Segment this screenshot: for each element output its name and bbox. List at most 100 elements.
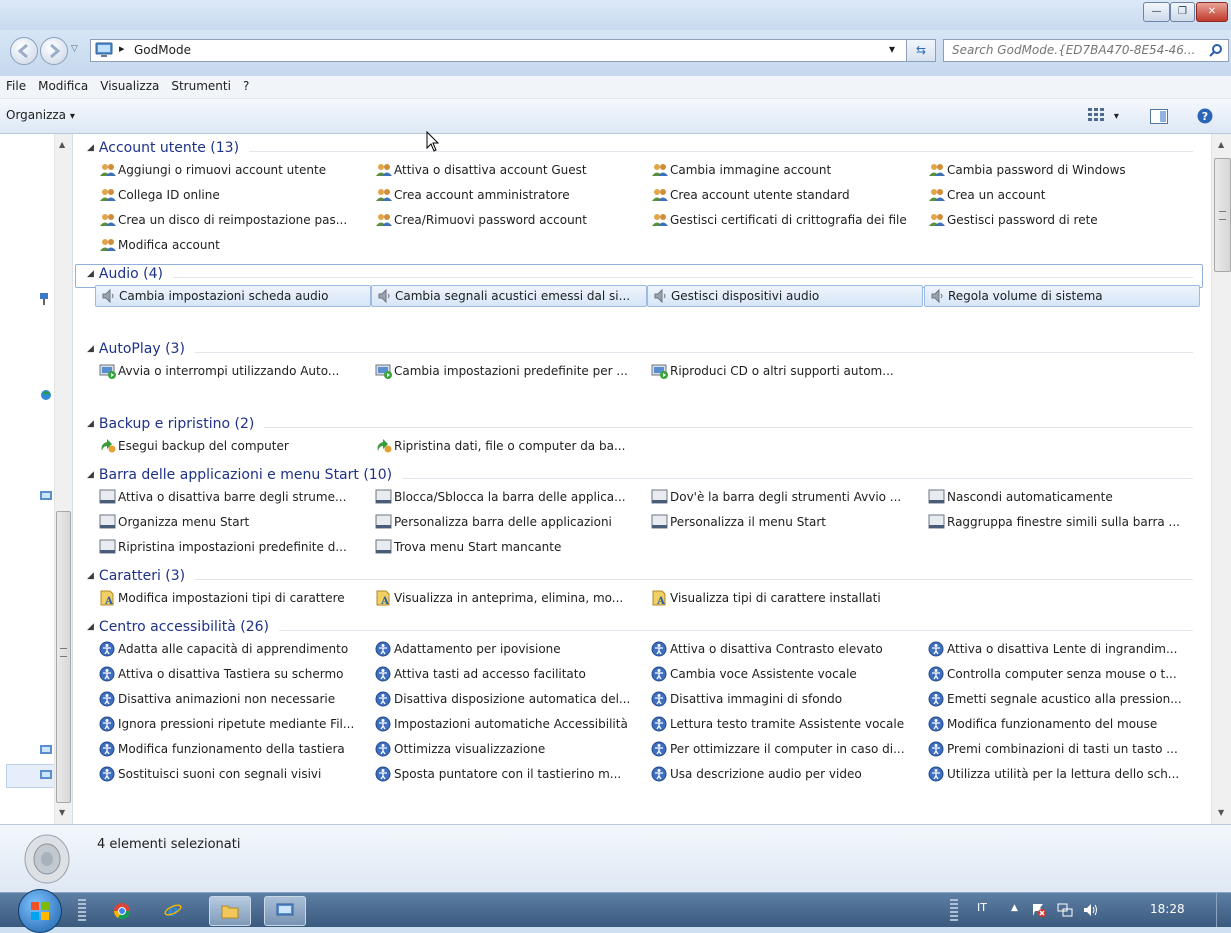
list-item[interactable]: Blocca/Sblocca la barra delle applica... [375, 486, 647, 508]
list-item[interactable]: Cambia immagine account [651, 159, 923, 181]
list-item[interactable]: Regola volume di sistema [924, 285, 1200, 307]
volume-tray-icon[interactable] [1082, 902, 1100, 918]
search-icon[interactable] [1209, 43, 1223, 57]
list-item[interactable]: Esegui backup del computer [99, 435, 371, 457]
list-item[interactable]: Organizza menu Start [99, 511, 371, 533]
chrome-taskbar-button[interactable] [102, 896, 142, 924]
network-icon[interactable] [38, 292, 50, 306]
list-item[interactable]: Attiva o disattiva Tastiera su schermo [99, 663, 371, 685]
close-button[interactable]: ✕ [1196, 2, 1228, 22]
list-item[interactable]: Crea/Rimuovi password account [375, 209, 647, 231]
collapse-triangle-icon[interactable]: ◢ [87, 269, 94, 279]
scroll-thumb[interactable] [1214, 158, 1231, 272]
list-item[interactable]: Modifica account [99, 234, 371, 256]
nav-item-selected[interactable] [6, 764, 56, 788]
minimize-button[interactable]: — [1143, 2, 1170, 22]
address-bar[interactable]: ▸ GodMode ▾ [90, 39, 907, 62]
list-item[interactable]: Nascondi automaticamente [928, 486, 1200, 508]
menu-strumenti[interactable]: Strumenti [165, 76, 237, 98]
list-item[interactable]: Controlla computer senza mouse o t... [928, 663, 1200, 685]
list-item[interactable]: Aggiungi o rimuovi account utente [99, 159, 371, 181]
control-panel-nav-icon-2[interactable] [40, 744, 52, 758]
list-item[interactable]: Attiva tasti ad accesso facilitato [375, 663, 647, 685]
ie-taskbar-button[interactable]: e [153, 896, 193, 924]
organize-button[interactable]: Organizza ▾ [6, 108, 75, 122]
show-hidden-icons-button[interactable]: ▲ [1011, 903, 1018, 913]
list-item[interactable]: Premi combinazioni di tasti un tasto ... [928, 738, 1200, 760]
list-item[interactable]: Disattiva animazioni non necessarie [99, 688, 371, 710]
list-item[interactable]: Sostituisci suoni con segnali visivi [99, 763, 371, 785]
list-item[interactable]: Riproduci CD o altri supporti autom... [651, 360, 923, 382]
list-item[interactable]: A Modifica impostazioni tipi di carattere [99, 587, 371, 609]
list-item[interactable]: Crea un disco di reimpostazione pas... [99, 209, 371, 231]
list-item[interactable]: Impostazioni automatiche Accessibilità [375, 713, 647, 735]
collapse-triangle-icon[interactable]: ◢ [87, 419, 94, 429]
scroll-up-icon[interactable]: ▲ [1218, 140, 1224, 149]
list-item[interactable]: Emetti segnale acustico alla pression... [928, 688, 1200, 710]
clock[interactable]: 18:28 [1150, 902, 1185, 916]
nav-scroll-up-icon[interactable]: ▲ [59, 140, 65, 149]
list-item[interactable]: Disattiva immagini di sfondo [651, 688, 923, 710]
collapse-triangle-icon[interactable]: ◢ [87, 143, 94, 153]
recent-pages-dropdown[interactable]: ▽ [71, 44, 78, 54]
address-dropdown[interactable]: ▾ [889, 42, 895, 56]
list-item[interactable]: Cambia impostazioni scheda audio [95, 285, 371, 307]
navigation-scrollbar[interactable]: ▲ ▼ [54, 134, 72, 824]
nav-scroll-down-icon[interactable]: ▼ [59, 808, 65, 817]
list-item[interactable]: Cambia voce Assistente vocale [651, 663, 923, 685]
refresh-button[interactable]: ⇆ [906, 39, 936, 62]
view-options-button[interactable]: ▾ [1088, 108, 1119, 125]
list-item[interactable]: A Visualizza tipi di carattere installati [651, 587, 923, 609]
list-item[interactable]: Avvia o interrompi utilizzando Auto... [99, 360, 371, 382]
globe-icon[interactable] [40, 388, 52, 402]
list-item[interactable]: Usa descrizione audio per video [651, 763, 923, 785]
collapse-triangle-icon[interactable]: ◢ [87, 571, 94, 581]
list-item[interactable]: Per ottimizzare il computer in caso di..… [651, 738, 923, 760]
list-item[interactable]: Cambia impostazioni predefinite per ... [375, 360, 647, 382]
list-item[interactable]: Ottimizza visualizzazione [375, 738, 647, 760]
collapse-triangle-icon[interactable]: ◢ [87, 622, 94, 632]
menu-help[interactable]: ? [237, 76, 255, 98]
list-item[interactable]: Modifica funzionamento della tastiera [99, 738, 371, 760]
list-item[interactable]: Attiva o disattiva Lente di ingrandim... [928, 638, 1200, 660]
list-item[interactable]: Trova menu Start mancante [375, 536, 647, 558]
list-item[interactable]: Modifica funzionamento del mouse [928, 713, 1200, 735]
list-item[interactable]: Attiva o disattiva account Guest [375, 159, 647, 181]
scroll-down-icon[interactable]: ▼ [1218, 808, 1224, 817]
start-button[interactable] [18, 889, 62, 933]
explorer-taskbar-button[interactable] [209, 896, 251, 926]
preview-pane-icon[interactable] [1150, 109, 1168, 124]
help-icon[interactable]: ? [1197, 108, 1213, 124]
content-scrollbar[interactable]: ▲ ▼ [1211, 134, 1231, 824]
list-item[interactable]: Raggruppa finestre simili sulla barra ..… [928, 511, 1200, 533]
list-item[interactable]: Gestisci certificati di crittografia dei… [651, 209, 923, 231]
collapse-triangle-icon[interactable]: ◢ [87, 344, 94, 354]
breadcrumb-separator[interactable]: ▸ [119, 42, 125, 55]
list-item[interactable]: Crea account amministratore [375, 184, 647, 206]
list-item[interactable]: Personalizza il menu Start [651, 511, 923, 533]
list-item[interactable]: Cambia password di Windows [928, 159, 1200, 181]
menu-visualizza[interactable]: Visualizza [94, 76, 165, 98]
menu-modifica[interactable]: Modifica [32, 76, 94, 98]
language-indicator[interactable]: IT [977, 901, 987, 914]
control-panel-nav-icon[interactable] [40, 490, 52, 504]
breadcrumb-godmode[interactable]: GodMode [134, 43, 191, 57]
maximize-button[interactable]: ❐ [1170, 2, 1195, 22]
list-item[interactable]: Attiva o disattiva Contrasto elevato [651, 638, 923, 660]
list-item[interactable]: Cambia segnali acustici emessi dal si... [371, 285, 647, 307]
list-item[interactable]: Attiva o disattiva barre degli strume... [99, 486, 371, 508]
list-item[interactable]: Ripristina impostazioni predefinite d... [99, 536, 371, 558]
list-item[interactable]: Ripristina dati, file o computer da ba..… [375, 435, 647, 457]
control-panel-taskbar-button[interactable] [264, 896, 306, 926]
action-center-icon[interactable] [1031, 902, 1047, 918]
list-item[interactable]: Gestisci dispositivi audio [647, 285, 923, 307]
list-item[interactable]: Sposta puntatore con il tastierino m... [375, 763, 647, 785]
list-item[interactable]: Crea account utente standard [651, 184, 923, 206]
list-item[interactable]: Ignora pressioni ripetute mediante Fil..… [99, 713, 371, 735]
list-item[interactable]: Dov'è la barra degli strumenti Avvio ... [651, 486, 923, 508]
list-item[interactable]: Utilizza utilità per la lettura dello sc… [928, 763, 1200, 785]
network-tray-icon[interactable] [1057, 902, 1073, 918]
menu-file[interactable]: File [0, 76, 32, 98]
search-input[interactable] [952, 40, 1197, 59]
list-item[interactable]: Crea un account [928, 184, 1200, 206]
